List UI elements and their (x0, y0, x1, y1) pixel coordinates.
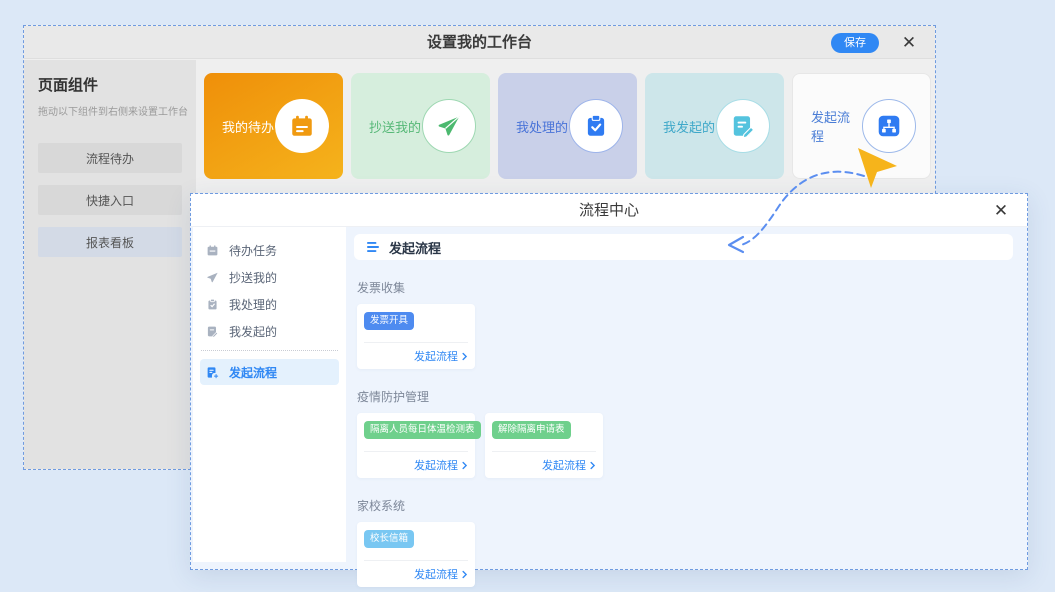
list-icon (366, 241, 380, 253)
card-label: 抄送我的 (369, 117, 421, 136)
card-label: 我的待办 (222, 117, 274, 136)
section-cards: 校长信箱 发起流程 (354, 522, 1013, 587)
card-cc-me[interactable]: 抄送我的 (351, 73, 490, 179)
section-cards: 隔离人员每日体温检测表 发起流程 解除隔离申请表 发起流程 (354, 413, 1013, 478)
process-tag-daily-temperature[interactable]: 隔离人员每日体温检测表 (364, 421, 481, 439)
calendar-icon (206, 244, 219, 257)
workbench-cards-row: 我的待办 抄送我的 (204, 73, 935, 179)
card-handled-by-me[interactable]: 我处理的 (498, 73, 637, 179)
process-card-temperature-form: 隔离人员每日体温检测表 发起流程 (357, 413, 475, 478)
section-title-home-school: 家校系统 (357, 497, 1013, 514)
process-tag-invoice-issue[interactable]: 发票开具 (364, 312, 414, 330)
chevron-right-icon (590, 461, 596, 470)
card-label: 发起流程 (811, 107, 862, 145)
section-title-invoice: 发票收集 (357, 279, 1013, 296)
org-flow-icon (862, 99, 916, 153)
section-title-epidemic: 疫情防护管理 (357, 388, 1013, 405)
window-title: 流程中心 (191, 194, 1027, 227)
menu-divider (201, 350, 338, 351)
process-card-release-quarantine: 解除隔离申请表 发起流程 (485, 413, 603, 478)
section-cards: 发票开具 发起流程 (354, 304, 1013, 369)
widget-report-board[interactable]: 报表看板 (38, 227, 182, 257)
menu-item-label: 我发起的 (229, 323, 277, 340)
clipboard-check-icon (206, 298, 219, 311)
menu-item-label: 待办任务 (229, 242, 277, 259)
components-sidebar: 页面组件 拖动以下组件到右侧来设置工作台 流程待办 快捷入口 报表看板 (24, 60, 196, 469)
card-initiated-by-me[interactable]: 我发起的 (645, 73, 784, 179)
close-icon[interactable]: ✕ (895, 26, 923, 59)
card-my-todo[interactable]: 我的待办 (204, 73, 343, 179)
chevron-right-icon (462, 570, 468, 579)
chevron-right-icon (462, 461, 468, 470)
doc-plus-icon (206, 366, 219, 379)
save-button[interactable]: 保存 (831, 33, 879, 53)
widget-quick-entry[interactable]: 快捷入口 (38, 185, 182, 215)
note-pen-icon (716, 99, 770, 153)
chevron-right-icon (462, 352, 468, 361)
process-tag-release-quarantine[interactable]: 解除隔离申请表 (492, 421, 571, 439)
window-title: 设置我的工作台 (24, 26, 935, 59)
start-process-link-label: 发起流程 (414, 566, 458, 582)
start-process-link[interactable]: 发起流程 (364, 451, 468, 473)
close-icon[interactable]: ✕ (987, 194, 1015, 227)
menu-item-cc-me[interactable]: 抄送我的 (193, 264, 346, 291)
widget-process-todo[interactable]: 流程待办 (38, 143, 182, 173)
card-label: 我处理的 (516, 117, 568, 136)
process-tag-principal-mailbox[interactable]: 校长信箱 (364, 530, 414, 548)
workbench-titlebar: 设置我的工作台 保存 ✕ (24, 26, 935, 59)
clipboard-check-icon (569, 99, 623, 153)
start-process-link-label: 发起流程 (414, 457, 458, 473)
main-header-bar: 发起流程 (354, 234, 1013, 260)
card-label: 我发起的 (663, 117, 715, 136)
paper-plane-icon (206, 271, 219, 284)
menu-item-initiated-by-me[interactable]: 我发起的 (193, 318, 346, 345)
calendar-icon (275, 99, 329, 153)
process-card-principal-mailbox: 校长信箱 发起流程 (357, 522, 475, 587)
start-process-link[interactable]: 发起流程 (364, 342, 468, 364)
menu-item-label: 抄送我的 (229, 269, 277, 286)
menu-item-label: 我处理的 (229, 296, 277, 313)
menu-item-todo-tasks[interactable]: 待办任务 (193, 237, 346, 264)
process-center-menu: 待办任务 抄送我的 我处理的 我发起的 (193, 227, 346, 562)
process-card-invoice: 发票开具 发起流程 (357, 304, 475, 369)
start-process-link-label: 发起流程 (542, 457, 586, 473)
start-process-link[interactable]: 发起流程 (492, 451, 596, 473)
process-center-titlebar: 流程中心 ✕ (191, 194, 1027, 227)
menu-item-handled-by-me[interactable]: 我处理的 (193, 291, 346, 318)
menu-item-label: 发起流程 (229, 364, 277, 381)
sidebar-hint: 拖动以下组件到右侧来设置工作台 (38, 103, 182, 118)
main-header-title: 发起流程 (389, 238, 441, 257)
note-pen-icon (206, 325, 219, 338)
start-process-link-label: 发起流程 (414, 348, 458, 364)
start-process-link[interactable]: 发起流程 (364, 560, 468, 582)
process-center-main: 发起流程 发票收集 发票开具 发起流程 疫情防护管理 隔离人员每日体温检测表 发… (354, 227, 1013, 569)
menu-item-start-process[interactable]: 发起流程 (200, 359, 339, 385)
paper-plane-icon (422, 99, 476, 153)
sidebar-title: 页面组件 (38, 74, 182, 95)
card-start-process[interactable]: 发起流程 (792, 73, 931, 179)
process-center-window: 流程中心 ✕ 待办任务 抄送我的 我处理的 (190, 193, 1028, 570)
